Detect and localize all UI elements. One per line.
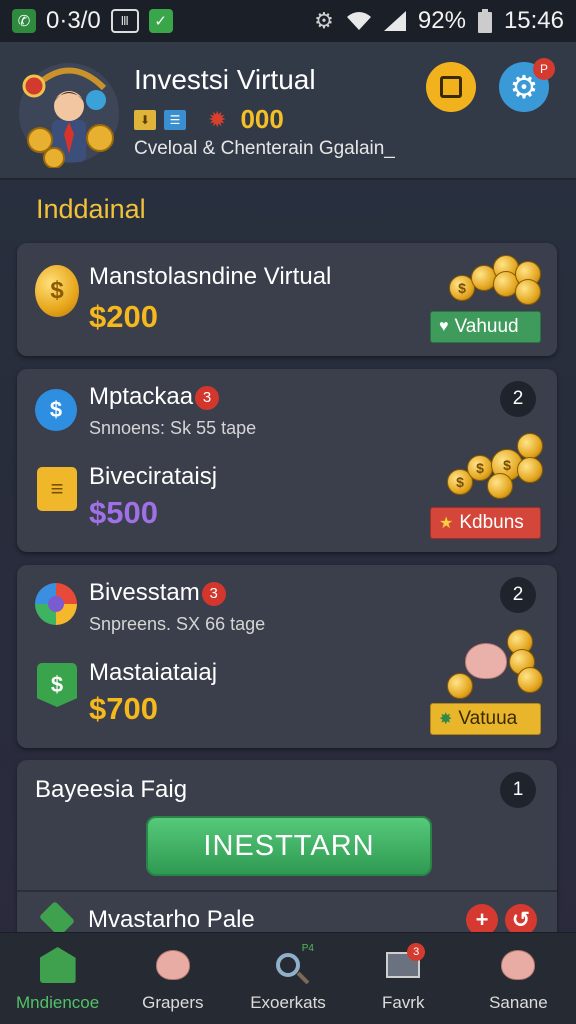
count-badge: 2 [500,381,536,417]
status-bar: ✆ 0·3/0 Ⅲ ✓ ⚙ 92% 15:46 [0,0,576,42]
coin-icon: $ [35,265,79,317]
book-icon: ☰ [164,109,186,130]
signal-icon [383,11,406,31]
wifi-icon [346,12,371,30]
card-title: Mptackaa 3 [89,383,220,411]
coin-stack-icon: $ $ $ [447,429,547,503]
bottom-nav: Mndiencoe Grapers P4 Exoerkats 3 Favrk S… [0,932,576,1024]
piggy-bank-icon [498,945,538,985]
card-title: Manstolasndine Virtual [89,263,332,290]
investment-card-2[interactable]: $ Mptackaa 3 Snnoens: Sk 55 tape 2 ≡ Bive… [17,369,557,552]
nav-item-explore[interactable]: P4 Exoerkats [230,933,345,1024]
nav-label: Mndiencoe [16,993,100,1012]
coin-count: 000 [240,104,284,134]
status-left-text: 0·3/0 [46,7,101,34]
nav-item-favorites[interactable]: 3 Favrk [346,933,461,1024]
card-title: Bayeesia Faig [35,776,188,803]
investor-avatar [19,63,119,168]
invest-button[interactable]: INESTTARN [146,816,432,876]
leaf-icon: ✸ [439,711,453,728]
card-desc: Snpreens. SX 66 tage [89,614,266,634]
nav-label: Exoerkats [250,993,326,1012]
home-icon [38,945,78,985]
settings-badge: P [533,58,555,80]
investment-card-1[interactable]: $ Manstolasndine Virtual $200 $ ♥ Vahuud [17,243,557,356]
splat-icon: ✹ [208,106,227,132]
document-icon: ≡ [37,467,77,511]
phone-icon: ✆ [12,9,36,33]
section-title: Inddainal [36,194,146,224]
card-badge: 3 [201,581,226,606]
nav-label: Sanane [489,993,548,1012]
nav-badge: 3 [407,943,426,961]
investment-card-3[interactable]: Bivesstam 3 Snpreens. SX 66 tage 2 $ Mast… [17,565,557,748]
wallet-icon [440,76,462,98]
nav-label: Favrk [381,993,425,1012]
piggy-bank-coins-icon [447,629,547,699]
bonus-button[interactable]: ★ Kdbuns [430,507,541,539]
magnifier-icon: P4 [268,943,314,985]
header-badges: ⬇ ☰ ✹ 000 [134,104,284,135]
card-amount: $200 [89,299,158,334]
bonus-button-label: Kdbuns [459,512,524,533]
heart-icon: ♥ [439,318,449,335]
app-subtitle: Cveloal & Chenterain Ggalain_ [134,138,395,159]
card-amount: $700 [89,691,158,726]
count-badge: 2 [500,577,536,613]
money-shield-icon: $ [37,663,77,707]
settings-button[interactable]: ⚙ P [499,58,555,112]
card-title: Bivesstam 3 [89,579,226,607]
status-time: 15:46 [503,7,564,34]
value-button[interactable]: ✸ Vatuua [430,703,541,735]
star-icon: ★ [439,515,454,532]
dollar-circle-icon: $ [35,389,77,431]
app-header: Investsi Virtual ⬇ ☰ ✹ 000 Cveloal & Che… [0,42,576,180]
mail-icon: 3 [383,943,426,985]
wallet-button[interactable] [426,62,476,112]
nav-item-home[interactable]: Mndiencoe [0,933,115,1024]
value-button[interactable]: ♥ Vahuud [430,311,541,343]
nav-item-savings[interactable]: Sanane [461,933,576,1024]
app-title: Investsi Virtual [134,64,316,95]
card-badge: 3 [195,385,220,410]
nav-tag: P4 [301,943,314,954]
divider [17,890,557,892]
pie-chart-icon [35,583,77,625]
battery-percent: 92% [417,7,466,34]
nav-label: Grapers [142,993,204,1012]
check-icon: ✓ [148,9,173,33]
value-button-label: Vatuua [458,708,518,729]
battery-icon [477,9,492,33]
notification-box-icon: Ⅲ [110,9,139,33]
card-desc: Snnoens: Sk 55 tape [89,418,257,438]
shield-icon: ⬇ [134,109,156,130]
gear-icon: ⚙ [509,69,539,105]
value-button-label: Vahuud [454,316,519,337]
card-amount: $500 [89,495,158,530]
piggy-bank-icon [153,945,193,985]
gear-status-icon: ⚙ [314,8,334,33]
row-label: Mvastarho Pale [88,906,255,933]
count-badge: 1 [500,772,536,808]
nav-item-grapers[interactable]: Grapers [115,933,230,1024]
coin-stack-icon: $ [449,251,545,307]
card-subtitle: Bivecirataisj [89,463,218,490]
card-subtitle: Mastaiataiaj [89,659,218,686]
